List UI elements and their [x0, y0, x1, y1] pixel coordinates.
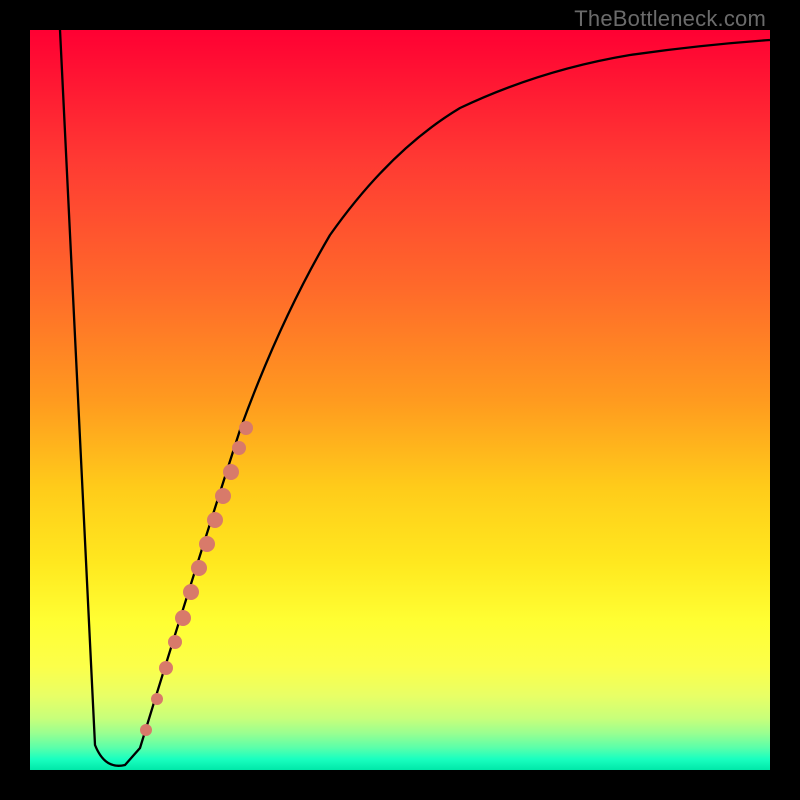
scatter-point — [232, 441, 246, 455]
scatter-point — [239, 421, 253, 435]
scatter-point — [199, 536, 215, 552]
scatter-point — [175, 610, 191, 626]
scatter-point — [215, 488, 231, 504]
scatter-point — [168, 635, 182, 649]
scatter-point — [207, 512, 223, 528]
scatter-point — [223, 464, 239, 480]
chart-frame: TheBottleneck.com — [0, 0, 800, 800]
highlighted-points-group — [140, 421, 253, 736]
scatter-point — [191, 560, 207, 576]
scatter-point — [183, 584, 199, 600]
plot-area — [30, 30, 770, 770]
chart-svg — [30, 30, 770, 770]
scatter-point — [151, 693, 163, 705]
scatter-point — [159, 661, 173, 675]
bottleneck-curve — [60, 30, 770, 766]
scatter-point — [140, 724, 152, 736]
watermark-text: TheBottleneck.com — [574, 6, 766, 32]
